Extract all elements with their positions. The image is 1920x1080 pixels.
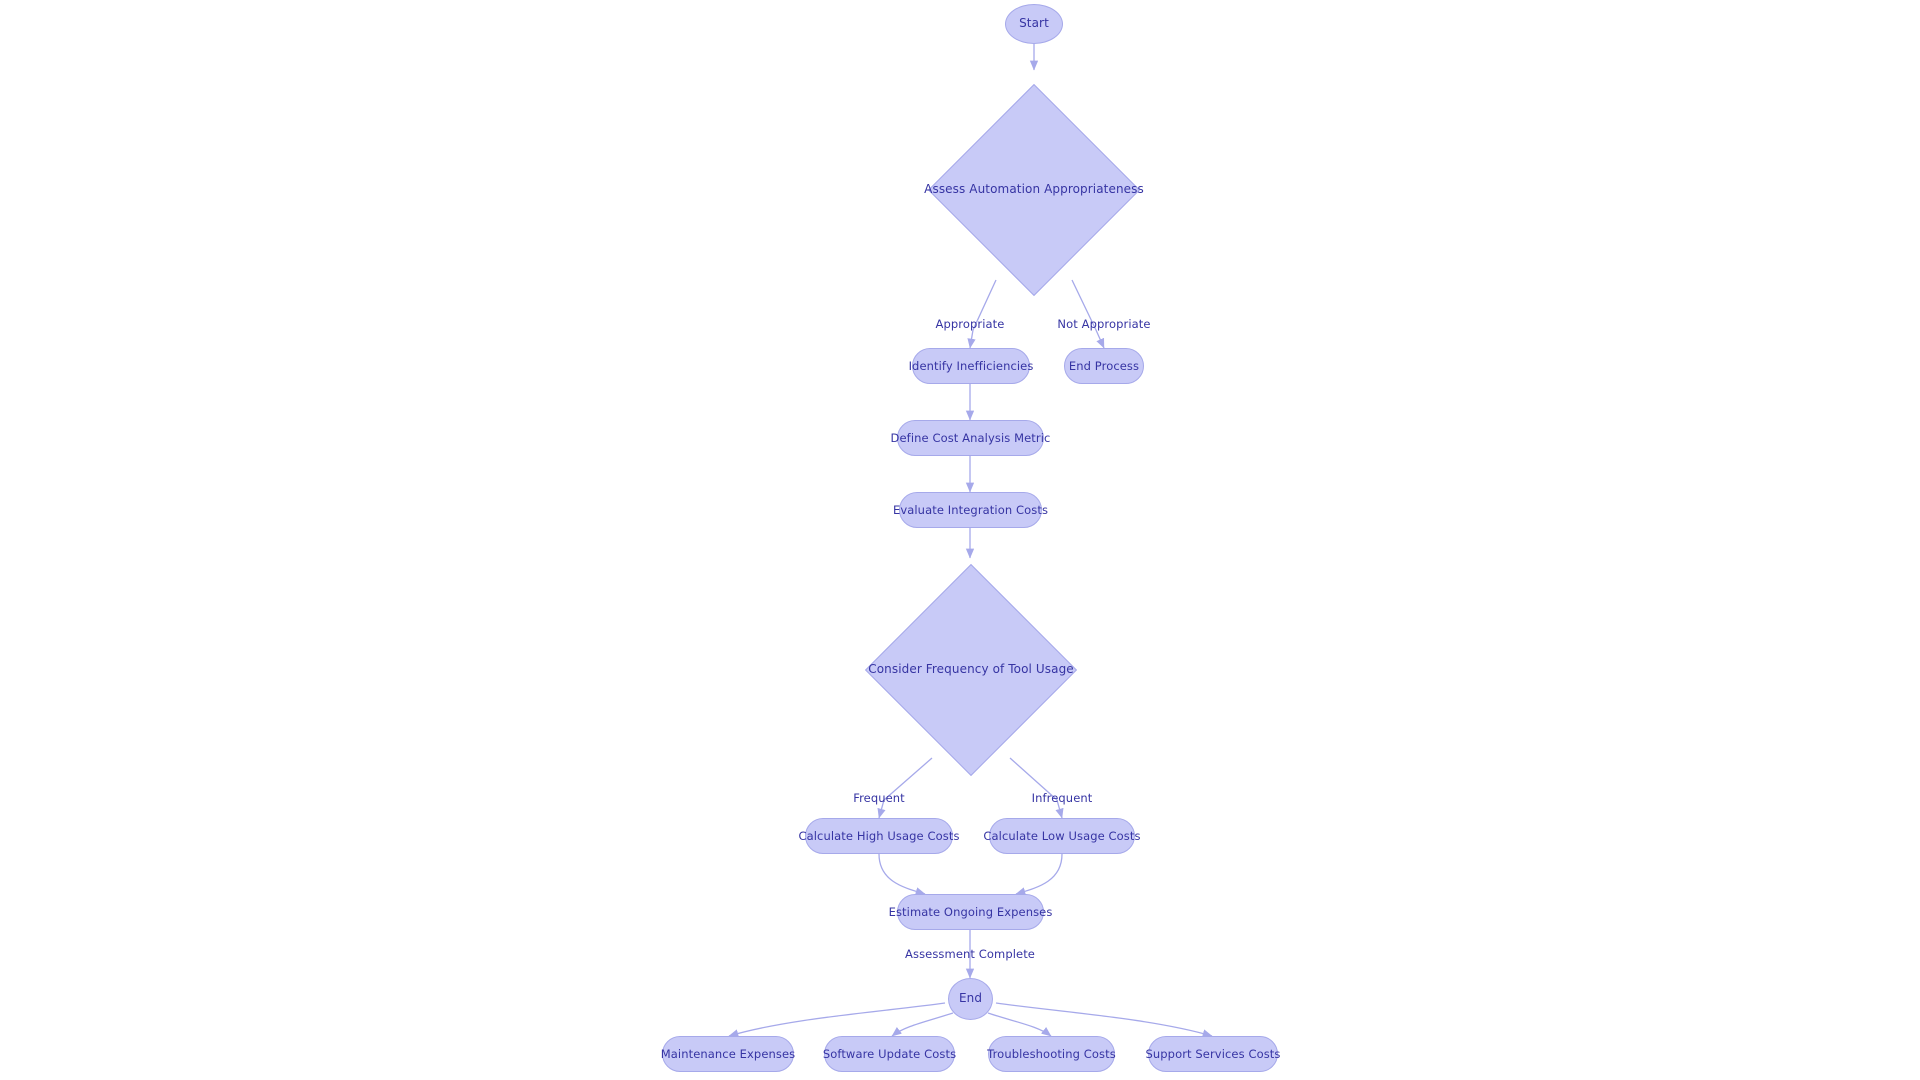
- edge-assess-to-identify: [967, 279, 997, 349]
- node-end[interactable]: End: [948, 978, 993, 1020]
- edge-end-to-troubleshooting: [987, 1012, 1052, 1037]
- node-estimate-ongoing-expenses[interactable]: Estimate Ongoing Expenses: [889, 894, 1052, 930]
- node-high-usage-label: Calculate High Usage Costs: [798, 828, 960, 843]
- edge-end-to-software-update: [891, 1012, 954, 1037]
- edge-label-assessment-complete: Assessment Complete: [905, 947, 1035, 961]
- node-define-cost-analysis-metric[interactable]: Define Cost Analysis Metric: [891, 420, 1050, 456]
- node-end-process-label: End Process: [1068, 358, 1140, 373]
- edge-label-frequent: Frequent: [853, 791, 905, 805]
- node-troubleshooting-label: Troubleshooting Costs: [987, 1046, 1116, 1061]
- edge-label-infrequent: Infrequent: [1031, 791, 1093, 805]
- node-software-update-costs[interactable]: Software Update Costs: [822, 1036, 957, 1072]
- flowchart-canvas: Start Assess Automation Appropriateness …: [0, 0, 1920, 1080]
- node-low-usage-label: Calculate Low Usage Costs: [983, 828, 1141, 843]
- node-ongoing-label: Estimate Ongoing Expenses: [888, 904, 1053, 919]
- node-software-update-label: Software Update Costs: [822, 1046, 957, 1061]
- node-start[interactable]: Start: [1005, 4, 1063, 44]
- node-define-metric-label: Define Cost Analysis Metric: [890, 430, 1051, 445]
- node-assess-automation-appropriateness[interactable]: Assess Automation Appropriateness: [924, 83, 1144, 297]
- edge-end-to-support-services: [995, 1002, 1213, 1038]
- node-calculate-high-usage-costs[interactable]: Calculate High Usage Costs: [798, 818, 959, 854]
- node-identify-inefficiencies[interactable]: Identify Inefficiencies: [909, 348, 1033, 384]
- node-troubleshooting-costs[interactable]: Troubleshooting Costs: [987, 1036, 1116, 1072]
- node-evaluate-integration-label: Evaluate Integration Costs: [892, 502, 1049, 517]
- node-end-label: End: [958, 991, 983, 1006]
- node-maintenance-expenses[interactable]: Maintenance Expenses: [660, 1036, 796, 1072]
- edge-frequency-to-low-usage: [1009, 757, 1064, 819]
- node-evaluate-integration-costs[interactable]: Evaluate Integration Costs: [893, 492, 1048, 528]
- node-maintenance-label: Maintenance Expenses: [660, 1046, 796, 1061]
- edge-label-appropriate: Appropriate: [935, 317, 1005, 331]
- node-support-services-costs[interactable]: Support Services Costs: [1145, 1036, 1281, 1072]
- node-start-label: Start: [1019, 16, 1049, 31]
- node-calculate-low-usage-costs[interactable]: Calculate Low Usage Costs: [983, 818, 1141, 854]
- edge-label-not-appropriate: Not Appropriate: [1057, 317, 1151, 331]
- edge-low-usage-to-ongoing: [1015, 853, 1063, 896]
- edge-end-to-maintenance: [728, 1002, 946, 1038]
- edge-assess-to-end-process: [1071, 279, 1105, 349]
- node-identify-label: Identify Inefficiencies: [908, 358, 1034, 373]
- node-consider-frequency-of-tool-usage[interactable]: Consider Frequency of Tool Usage: [864, 563, 1078, 777]
- node-frequency-label: Consider Frequency of Tool Usage: [868, 662, 1074, 677]
- node-end-process[interactable]: End Process: [1064, 348, 1144, 384]
- node-assess-label: Assess Automation Appropriateness: [924, 182, 1144, 197]
- edge-frequency-to-high-usage: [877, 757, 933, 819]
- node-support-services-label: Support Services Costs: [1145, 1046, 1281, 1061]
- edge-high-usage-to-ongoing: [878, 853, 926, 896]
